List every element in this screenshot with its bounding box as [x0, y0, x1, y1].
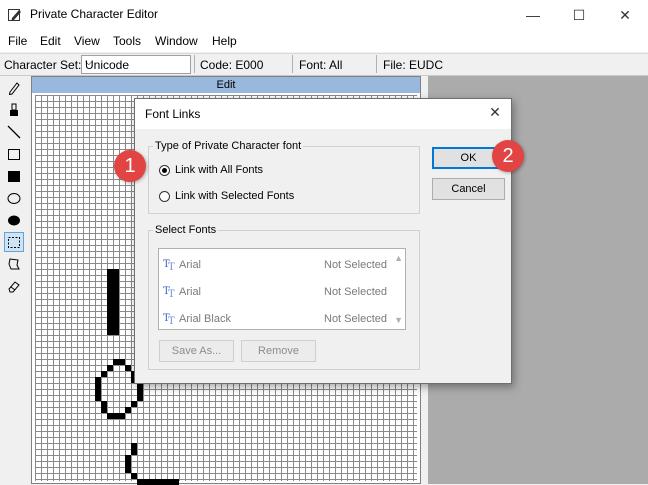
file-readout: File: EUDC: [383, 58, 444, 72]
hollow-ellipse-tool[interactable]: [4, 188, 24, 208]
font-type-group-label: Type of Private Character font: [153, 140, 304, 152]
font-name: Arial Black: [179, 313, 231, 325]
font-list-item[interactable]: TT Arial Not Selected: [159, 278, 389, 304]
font-name: Arial: [179, 286, 202, 298]
scroll-down-icon[interactable]: ▼: [394, 315, 403, 325]
toolbar-divider: [292, 55, 293, 73]
maximize-button[interactable]: ☐: [556, 0, 602, 30]
font-readout: Font: All: [299, 58, 343, 72]
remove-button[interactable]: Remove: [241, 340, 316, 362]
hollow-rectangle-icon: [8, 149, 20, 160]
dialog-title: Font Links: [145, 107, 201, 121]
freeform-selection-tool[interactable]: [4, 254, 24, 274]
svg-text:T: T: [168, 316, 175, 325]
truetype-font-icon: TT: [163, 313, 175, 325]
font-state: Not Selected: [324, 313, 387, 325]
font-list-item[interactable]: TT Arial Not Selected: [159, 251, 389, 277]
eraser-tool[interactable]: [4, 276, 24, 296]
menu-file[interactable]: File: [8, 34, 27, 48]
minimize-button[interactable]: —: [510, 0, 556, 30]
rectangular-selection-tool[interactable]: [4, 232, 24, 252]
filled-ellipse-tool[interactable]: [4, 210, 24, 230]
window-title: Private Character Editor: [30, 7, 159, 21]
font-list-item[interactable]: TT Arial Black Not Selected: [159, 305, 389, 331]
code-readout: Code: E000: [200, 58, 264, 72]
charset-label: Character Set:: [4, 58, 82, 72]
line-tool[interactable]: [4, 122, 24, 142]
tool-palette: [2, 76, 26, 484]
radio-link-selected-label: Link with Selected Fonts: [175, 190, 295, 202]
font-list[interactable]: TT Arial Not Selected TT Arial Not Selec…: [158, 248, 406, 330]
dialog-close-button[interactable]: ✕: [485, 104, 505, 124]
status-toolbar: Character Set: Unicode ⌵ Code: E000 Font…: [0, 53, 648, 76]
hollow-rectangle-tool[interactable]: [4, 144, 24, 164]
menu-view[interactable]: View: [74, 34, 100, 48]
glyph-pixel: [119, 413, 125, 419]
glyph-pixel: [125, 407, 131, 413]
eraser-icon: [8, 281, 20, 293]
filled-ellipse-icon: [8, 215, 20, 226]
menu-help[interactable]: Help: [212, 34, 237, 48]
freeform-selection-icon: [8, 258, 20, 270]
filled-rectangle-tool[interactable]: [4, 166, 24, 186]
glyph-pixel: [101, 371, 107, 377]
glyph-pixel: [137, 395, 143, 401]
menu-edit[interactable]: Edit: [40, 34, 61, 48]
glyph-pixel: [131, 401, 137, 407]
close-button[interactable]: ✕: [602, 0, 648, 30]
font-type-group: [148, 146, 420, 214]
dialog-title-bar: Font Links ✕: [135, 99, 511, 129]
svg-text:T: T: [168, 262, 175, 271]
select-fonts-group-label: Select Fonts: [153, 224, 219, 236]
glyph-pixel: [113, 329, 119, 335]
filled-rectangle-icon: [8, 171, 20, 182]
rectangular-selection-icon: [8, 237, 20, 248]
chevron-down-icon: ⌵: [85, 57, 93, 68]
menu-bar: File Edit View Tools Window Help: [0, 30, 648, 52]
radio-link-all-label: Link with All Fonts: [175, 164, 264, 176]
font-state: Not Selected: [324, 286, 387, 298]
font-state: Not Selected: [324, 259, 387, 271]
radio-link-all-fonts[interactable]: Link with All Fonts: [159, 164, 263, 176]
menu-tools[interactable]: Tools: [113, 34, 141, 48]
cancel-button[interactable]: Cancel: [432, 178, 505, 200]
toolbar-divider: [194, 55, 195, 73]
pencil-tool[interactable]: [4, 78, 24, 98]
annotation-badge-1: 1: [114, 150, 146, 182]
glyph-pixel: [173, 479, 179, 485]
scroll-up-icon[interactable]: ▲: [394, 253, 403, 263]
svg-text:T: T: [168, 289, 175, 298]
charset-select[interactable]: Unicode ⌵: [81, 55, 191, 74]
brush-icon: [10, 103, 18, 116]
pencil-icon: [8, 82, 20, 95]
menu-window[interactable]: Window: [155, 34, 198, 48]
truetype-font-icon: TT: [163, 286, 175, 298]
radio-link-selected-indicator[interactable]: [159, 190, 170, 202]
glyph-pixel: [131, 449, 137, 455]
edit-window-caption: Edit: [32, 77, 420, 93]
glyph-pixel: [107, 365, 113, 371]
title-bar: Private Character Editor — ☐ ✕: [0, 0, 648, 30]
truetype-font-icon: TT: [163, 259, 175, 271]
radio-link-all-indicator[interactable]: [159, 164, 170, 176]
font-name: Arial: [179, 259, 202, 271]
brush-tool[interactable]: [4, 100, 24, 120]
radio-link-selected-fonts[interactable]: Link with Selected Fonts: [159, 190, 294, 202]
hollow-ellipse-icon: [7, 193, 21, 204]
annotation-badge-2: 2: [492, 140, 524, 172]
toolbar-divider: [376, 55, 377, 73]
line-icon: [7, 125, 21, 139]
editor-app-icon: [8, 9, 21, 21]
save-as-button[interactable]: Save As...: [159, 340, 234, 362]
